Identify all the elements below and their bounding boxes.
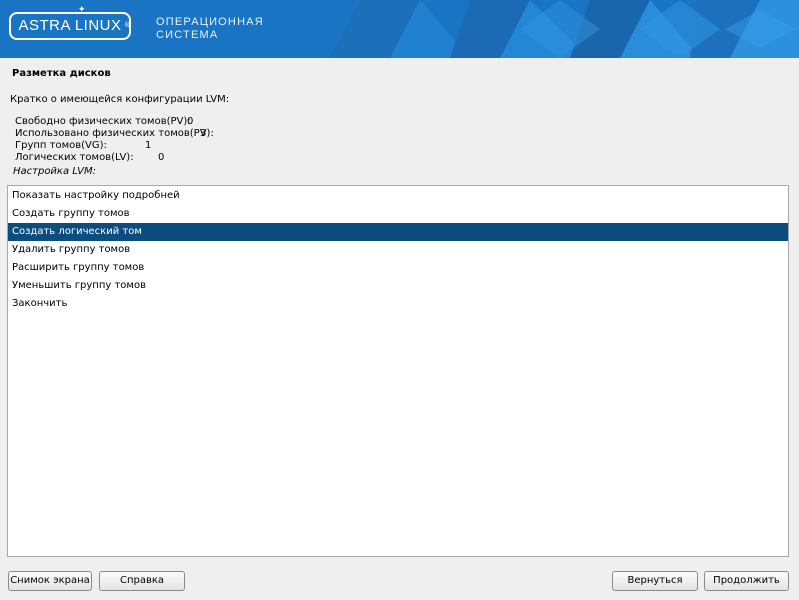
- logo-text: ASTRA LINUX: [18, 17, 122, 34]
- stat-label: Свободно физических томов(PV):: [15, 116, 191, 127]
- lvm-action-list: Показать настройку подробней Создать гру…: [7, 185, 789, 557]
- list-item-extend-vg[interactable]: Расширить группу томов: [8, 259, 788, 277]
- stat-label: Логических томов(LV):: [15, 152, 134, 163]
- stat-value: 3: [200, 128, 207, 139]
- stat-value: 0: [158, 152, 165, 163]
- stat-value: 0: [187, 116, 194, 127]
- lvm-summary-intro: Кратко о имеющейся конфигурации LVM:: [10, 94, 230, 105]
- header-banner: ASTRA LINUX ✦ ® ОПЕРАЦИОННАЯ СИСТЕМА: [0, 0, 799, 58]
- stat-value: 1: [145, 140, 152, 151]
- stat-label: Использовано физических томов(PV):: [15, 128, 214, 139]
- list-item-create-vg[interactable]: Создать группу томов: [8, 205, 788, 223]
- lvm-settings-caption: Настройка LVM:: [13, 166, 96, 177]
- help-button[interactable]: Справка: [99, 571, 185, 591]
- list-item-show-details[interactable]: Показать настройку подробней: [8, 187, 788, 205]
- list-item-create-lv[interactable]: Создать логический том: [8, 223, 788, 241]
- page-title: Разметка дисков: [12, 68, 111, 79]
- screenshot-button[interactable]: Снимок экрана: [8, 571, 92, 591]
- list-item-delete-vg[interactable]: Удалить группу томов: [8, 241, 788, 259]
- astra-linux-logo: ASTRA LINUX ✦: [9, 5, 131, 40]
- os-label-line2: СИСТЕМА: [156, 29, 219, 41]
- registered-mark: ®: [124, 21, 131, 29]
- list-item-reduce-vg[interactable]: Уменьшить группу томов: [8, 277, 788, 295]
- stat-label: Групп томов(VG):: [15, 140, 107, 151]
- logo-star-icon: ✦: [78, 5, 86, 15]
- os-label-line1: ОПЕРАЦИОННАЯ: [156, 16, 264, 28]
- back-button[interactable]: Вернуться: [612, 571, 698, 591]
- list-item-finish[interactable]: Закончить: [8, 295, 788, 313]
- continue-button[interactable]: Продолжить: [704, 571, 789, 591]
